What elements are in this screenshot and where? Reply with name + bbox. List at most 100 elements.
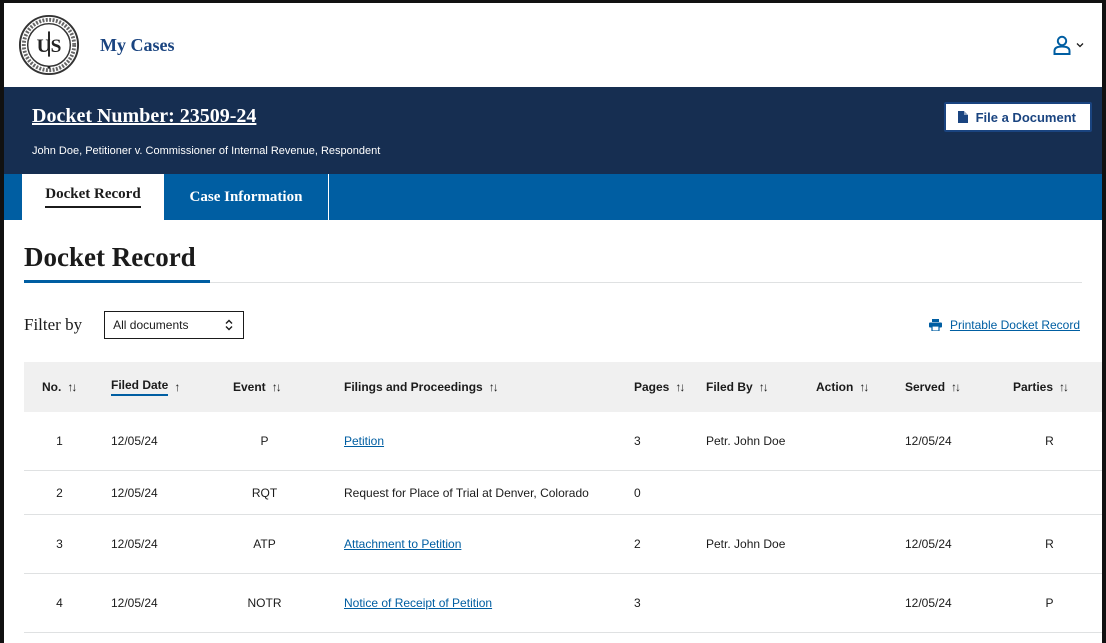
- cell-event: RQT: [207, 470, 322, 515]
- column-header-served[interactable]: Served ↑↓: [905, 362, 997, 412]
- print-icon: [928, 319, 942, 331]
- filter-label: Filter by: [24, 315, 83, 334]
- sort-icon: ↑↓: [67, 380, 77, 394]
- sort-icon: ↑↓: [271, 380, 282, 394]
- cell-filed-date: 12/05/24: [95, 412, 207, 471]
- cell-pages: 3: [620, 573, 706, 633]
- sort-icon: ↑↓: [951, 380, 961, 394]
- case-banner: Docket Number: 23509-24 John Doe, Petiti…: [4, 87, 1102, 174]
- table-row: 3 12/05/24 ATP Attachment to Petition 2 …: [24, 514, 1102, 574]
- sort-ascending-icon: ↑: [174, 380, 180, 394]
- cell-pages: 2: [620, 514, 706, 574]
- column-label: Served: [905, 380, 946, 394]
- cell-action: [816, 412, 905, 471]
- cell-served: [905, 470, 997, 515]
- column-label: Pages: [634, 380, 670, 394]
- cell-filed-date: 12/05/24: [95, 573, 207, 633]
- case-tabs: Docket Record Case Information: [4, 174, 1102, 220]
- table-row: 4 12/05/24 NOTR Notice of Receipt of Pet…: [24, 573, 1102, 633]
- printable-docket-record-link[interactable]: Printable Docket Record: [928, 318, 1082, 332]
- table-row: 1 12/05/24 P Petition 3 Petr. John Doe 1…: [24, 412, 1102, 471]
- cell-action: [816, 470, 905, 515]
- column-header-no[interactable]: No. ↑↓: [24, 362, 95, 412]
- column-header-filed-date[interactable]: Filed Date ↑: [95, 362, 207, 412]
- cell-event: ATP: [207, 514, 322, 574]
- cell-filed-by: [706, 573, 816, 633]
- table-header-row: No. ↑↓ Filed Date ↑ Event ↑↓ Filings and Pr…: [24, 362, 1102, 412]
- filter-selected-value: All documents: [113, 318, 189, 332]
- filing-link[interactable]: Notice of Receipt of Petition: [344, 596, 492, 610]
- cell-no: 3: [24, 514, 95, 574]
- cell-pages: 3: [620, 412, 706, 471]
- cell-no: 2: [24, 470, 95, 515]
- cell-parties: P: [997, 573, 1102, 633]
- cell-event: NOTR: [207, 573, 322, 633]
- column-label: Filed Date: [111, 378, 169, 396]
- user-icon: [1053, 35, 1071, 55]
- cell-no: 4: [24, 573, 95, 633]
- file-document-label: File a Document: [975, 109, 1076, 125]
- column-header-parties[interactable]: Parties ↑↓: [997, 362, 1102, 412]
- tab-case-information[interactable]: Case Information: [164, 174, 329, 220]
- column-header-action[interactable]: Action ↑↓: [816, 362, 905, 412]
- table-row: 2 12/05/24 RQT Request for Place of Tria…: [24, 470, 1102, 515]
- cell-parties: R: [997, 412, 1102, 471]
- column-header-pages[interactable]: Pages ↑↓: [620, 362, 706, 412]
- sort-icon: ↑↓: [758, 380, 769, 394]
- cell-parties: [997, 470, 1102, 515]
- case-caption: John Doe, Petitioner v. Commissioner of …: [32, 145, 381, 157]
- select-arrows-icon: [225, 319, 233, 331]
- cell-event: P: [207, 412, 322, 471]
- page-title: Docket Record: [24, 242, 196, 272]
- column-header-filings[interactable]: Filings and Proceedings ↑↓: [322, 362, 620, 412]
- cell-served: 12/05/24: [905, 514, 997, 574]
- column-label: Action: [816, 380, 854, 394]
- cell-filed-by: Petr. John Doe: [706, 514, 816, 574]
- docket-record-table: No. ↑↓ Filed Date ↑ Event ↑↓ Filings and Pr…: [24, 362, 1102, 633]
- sort-icon: ↑↓: [675, 380, 685, 394]
- my-cases-link[interactable]: My Cases: [100, 35, 175, 56]
- cell-served: 12/05/24: [905, 573, 997, 633]
- cell-filed-date: 12/05/24: [95, 470, 207, 515]
- column-label: Parties: [1013, 380, 1054, 394]
- tab-case-information-label: Case Information: [189, 188, 303, 205]
- cell-filing: Notice of Receipt of Petition: [322, 573, 620, 633]
- column-label: Filed By: [706, 380, 753, 394]
- cell-filed-date: 12/05/24: [95, 514, 207, 574]
- column-header-filed-by[interactable]: Filed By ↑↓: [706, 362, 816, 412]
- user-menu-button[interactable]: [1052, 35, 1084, 55]
- app-window: US My Cases Docket Number: 23509-24 John…: [0, 0, 1106, 643]
- cell-filed-by: [706, 470, 816, 515]
- tab-docket-record[interactable]: Docket Record: [22, 174, 164, 220]
- cell-filed-by: Petr. John Doe: [706, 412, 816, 471]
- cell-no: 1: [24, 412, 95, 471]
- tab-docket-record-label: Docket Record: [45, 186, 141, 208]
- sort-icon: ↑↓: [1059, 380, 1069, 394]
- page-title-section: Docket Record: [24, 220, 1082, 283]
- file-icon: [957, 111, 968, 123]
- filter-row: Filter by All documents Printable Docket…: [24, 295, 1082, 355]
- sort-icon: ↑↓: [488, 380, 499, 394]
- cell-filing: Petition: [322, 412, 620, 471]
- site-header: US My Cases: [4, 3, 1102, 87]
- file-document-button[interactable]: File a Document: [943, 102, 1092, 132]
- printable-docket-record-label: Printable Docket Record: [949, 318, 1080, 332]
- column-header-event[interactable]: Event ↑↓: [207, 362, 322, 412]
- title-underline: [24, 280, 210, 283]
- column-label: No.: [42, 380, 62, 394]
- cell-parties: R: [997, 514, 1102, 574]
- cell-filing: Request for Place of Trial at Denver, Co…: [322, 470, 620, 515]
- cell-action: [816, 514, 905, 574]
- column-label: Event: [233, 380, 266, 394]
- cell-served: 12/05/24: [905, 412, 997, 471]
- document-filter-select[interactable]: All documents: [104, 311, 245, 339]
- court-seal-logo[interactable]: US: [18, 14, 80, 76]
- docket-number: Docket Number: 23509-24: [32, 105, 257, 127]
- chevron-down-icon: [1076, 43, 1084, 48]
- filing-link[interactable]: Petition: [344, 434, 384, 448]
- cell-filing: Attachment to Petition: [322, 514, 620, 574]
- main-content: Docket Record Filter by All documents Pr…: [4, 220, 1102, 633]
- sort-icon: ↑↓: [859, 380, 869, 394]
- filing-link[interactable]: Attachment to Petition: [344, 537, 461, 551]
- cell-action: [816, 573, 905, 633]
